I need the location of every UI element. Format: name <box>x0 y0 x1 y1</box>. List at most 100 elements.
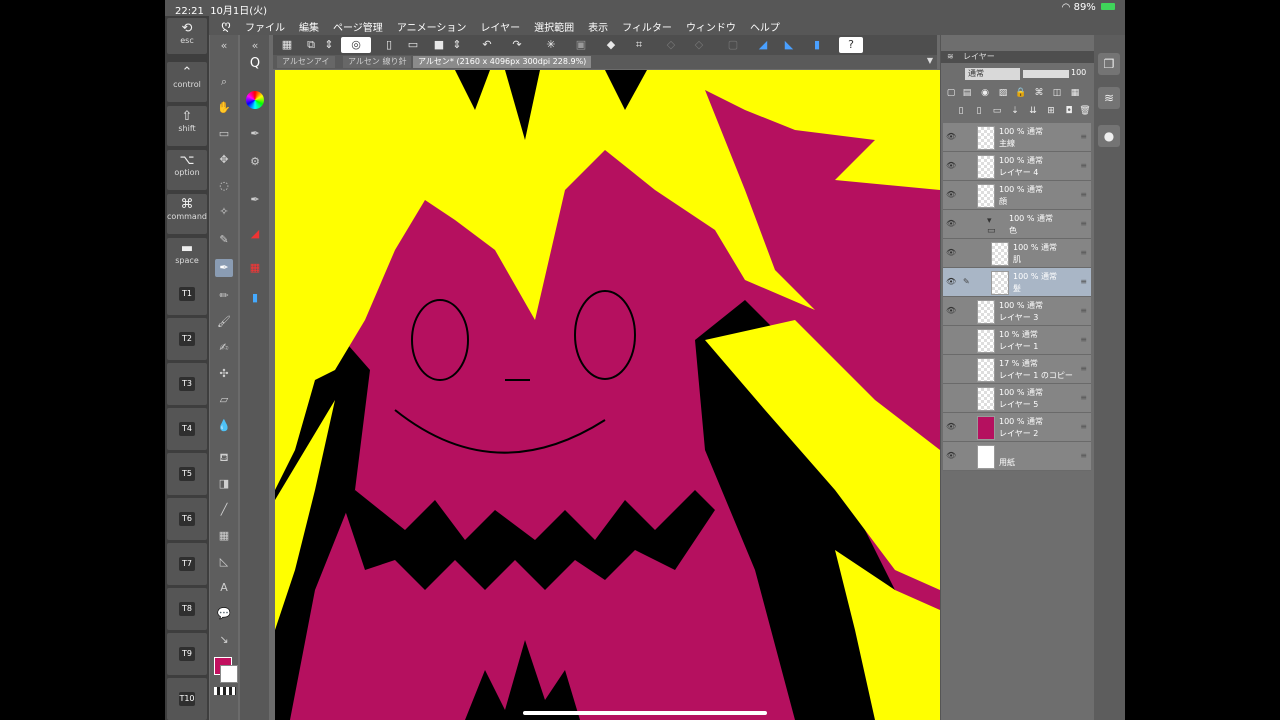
mask-add-icon[interactable]: ◘ <box>1063 105 1075 117</box>
color-set-icon[interactable]: ▦ <box>246 259 264 277</box>
pen-preset-icon[interactable]: ✒ <box>246 191 264 209</box>
select-disabled-icon[interactable]: ◇ <box>691 37 707 53</box>
layer-row[interactable]: 👁 100 % 通常 レイヤー 4 ≡ <box>943 152 1091 181</box>
eye-icon[interactable]: 👁 <box>946 161 956 171</box>
eraser-icon[interactable]: ▱ <box>215 391 233 409</box>
edit-target-icon[interactable] <box>963 364 973 374</box>
eye-icon[interactable]: 👁 <box>946 277 956 287</box>
folder-icon[interactable]: ▾ ▭ <box>987 216 1001 236</box>
clear-icon[interactable]: ◆ <box>603 37 619 53</box>
balloon-icon[interactable]: 💬 <box>215 605 233 623</box>
pen-tool-icon[interactable]: ✒ <box>215 259 233 277</box>
snap-ruler-icon[interactable]: ◢ <box>755 37 771 53</box>
brush-tool-icon[interactable]: 🖌 <box>215 313 233 331</box>
edit-target-icon[interactable] <box>963 306 973 316</box>
frame-icon[interactable]: ▦ <box>215 527 233 545</box>
eye-icon[interactable]: 👁 <box>946 219 956 229</box>
layer-row[interactable]: 👁 ▾ ▭ 100 % 通常色 ≡ <box>943 210 1091 239</box>
ref-layer-icon[interactable]: ◉ <box>979 87 991 99</box>
layer-row[interactable]: 👁 100 % 通常肌 ≡ <box>943 239 1091 268</box>
eye-icon[interactable]: 👁 <box>946 190 956 200</box>
ruler-icon[interactable]: ◺ <box>215 553 233 571</box>
fill-disabled-icon[interactable]: ◇ <box>663 37 679 53</box>
new-raster-icon[interactable]: ▯ <box>955 105 967 117</box>
key-esc[interactable]: ⟲ esc <box>167 18 207 54</box>
layer-row[interactable]: 👁 用紙 ≡ <box>943 442 1091 471</box>
edit-target-icon[interactable] <box>963 190 973 200</box>
redo-icon[interactable]: ↷ <box>509 37 525 53</box>
gradient-icon[interactable]: ◨ <box>215 475 233 493</box>
wand-icon[interactable]: ✧ <box>215 203 233 221</box>
key-shift[interactable]: ⇧ shift <box>167 106 207 146</box>
text-tool-icon[interactable]: A <box>215 579 233 597</box>
key-t6[interactable]: T6 <box>167 498 207 540</box>
key-t7[interactable]: T7 <box>167 543 207 585</box>
key-t1[interactable]: T1 <box>167 273 207 315</box>
new-file-icon[interactable]: ▯ <box>381 37 397 53</box>
menu-item-7[interactable]: フィルター <box>622 19 672 34</box>
layer-color-icon[interactable]: ▢ <box>945 87 957 99</box>
new-folder-icon[interactable]: ▭ <box>991 105 1003 117</box>
canvas-tab-1[interactable]: アルセン 線り針 <box>343 56 412 68</box>
edit-target-icon[interactable] <box>963 422 973 432</box>
key-option[interactable]: ⌥ option <box>167 150 207 190</box>
combine-icon[interactable]: ⇊ <box>1027 105 1039 117</box>
dock-navigator-icon[interactable]: ● <box>1098 125 1120 147</box>
layer-menu-icon[interactable]: ≡ <box>1080 219 1087 228</box>
lock-icon[interactable]: 🔒 <box>1015 87 1027 99</box>
menu-item-4[interactable]: レイヤー <box>480 19 520 34</box>
gear-icon[interactable]: ⚙ <box>246 153 264 171</box>
eye-icon[interactable]: 👁 <box>946 132 956 142</box>
key-t8[interactable]: T8 <box>167 588 207 630</box>
layer-menu-icon[interactable]: ≡ <box>1080 364 1087 373</box>
menu-item-1[interactable]: 編集 <box>299 19 319 34</box>
menu-item-5[interactable]: 選択範囲 <box>534 19 574 34</box>
transparent-color-swatch[interactable] <box>214 687 236 695</box>
layer-menu-icon[interactable]: ≡ <box>1080 422 1087 431</box>
menu-item-3[interactable]: アニメーション <box>397 19 467 34</box>
key-t5[interactable]: T5 <box>167 453 207 495</box>
snap-grid-icon[interactable]: ▮ <box>809 37 825 53</box>
sub-color-swatch[interactable] <box>220 665 238 683</box>
eye-icon[interactable] <box>946 364 956 374</box>
blend-mode-select[interactable]: 通常 <box>965 68 1020 80</box>
edit-target-icon[interactable]: ✎ <box>963 277 973 287</box>
eye-icon[interactable]: 👁 <box>946 248 956 258</box>
edit-target-icon[interactable] <box>963 219 973 229</box>
transform-icon[interactable]: ▣ <box>573 37 589 53</box>
expand-icon[interactable]: « <box>246 37 264 55</box>
menu-item-2[interactable]: ページ管理 <box>333 19 383 34</box>
layer-row[interactable]: 👁 100 % 通常 主線 ≡ <box>943 123 1091 152</box>
transfer-down-icon[interactable]: ⇣ <box>1009 105 1021 117</box>
snap-special-icon[interactable]: ◣ <box>781 37 797 53</box>
eye-icon[interactable]: 👁 <box>946 306 956 316</box>
layer-row[interactable]: 👁 ✎ 100 % 通常髪 ≡ <box>943 268 1091 297</box>
layer-menu-icon[interactable]: ≡ <box>1080 132 1087 141</box>
edit-target-icon[interactable] <box>963 248 973 258</box>
crop-icon[interactable]: ⌗ <box>631 37 647 53</box>
canvas-tab-2[interactable]: アルセン* (2160 x 4096px 300dpi 228.9%) <box>413 56 592 68</box>
key-t2[interactable]: T2 <box>167 318 207 360</box>
layer-row[interactable]: 👁 100 % 通常 レイヤー 3 ≡ <box>943 297 1091 326</box>
fill-icon[interactable]: ⛾ <box>215 449 233 467</box>
eye-icon[interactable] <box>946 335 956 345</box>
layer-row[interactable]: 17 % 通常 レイヤー 1 のコピー ≡ <box>943 355 1091 384</box>
menu-item-9[interactable]: ヘルプ <box>750 19 780 34</box>
layer-menu-icon[interactable]: ≡ <box>1080 393 1087 402</box>
drawing-canvas[interactable] <box>275 70 940 720</box>
new-vector-icon[interactable]: ▯ <box>973 105 985 117</box>
new-canvas-icon[interactable]: ⧉ <box>303 37 319 53</box>
operation-tool-icon[interactable]: ▭ <box>215 125 233 143</box>
layer-menu-icon[interactable]: ≡ <box>1080 335 1087 344</box>
trash-icon[interactable]: 🗑 <box>1079 105 1091 117</box>
color-wheel-icon[interactable] <box>246 91 264 109</box>
key-t4[interactable]: T4 <box>167 408 207 450</box>
opacity-slider[interactable] <box>1023 70 1069 78</box>
app-logo-icon[interactable]: ღ <box>219 18 233 32</box>
zoom-tool-icon[interactable]: ⌕ <box>215 73 233 91</box>
key-control[interactable]: ⌃ control <box>167 62 207 102</box>
layer-row[interactable]: 👁 100 % 通常顔 ≡ <box>943 181 1091 210</box>
correct-line-icon[interactable]: ↘ <box>215 631 233 649</box>
dock-layers-icon[interactable]: ❐ <box>1098 53 1120 75</box>
sub-tool-icon[interactable]: ✒ <box>246 125 264 143</box>
